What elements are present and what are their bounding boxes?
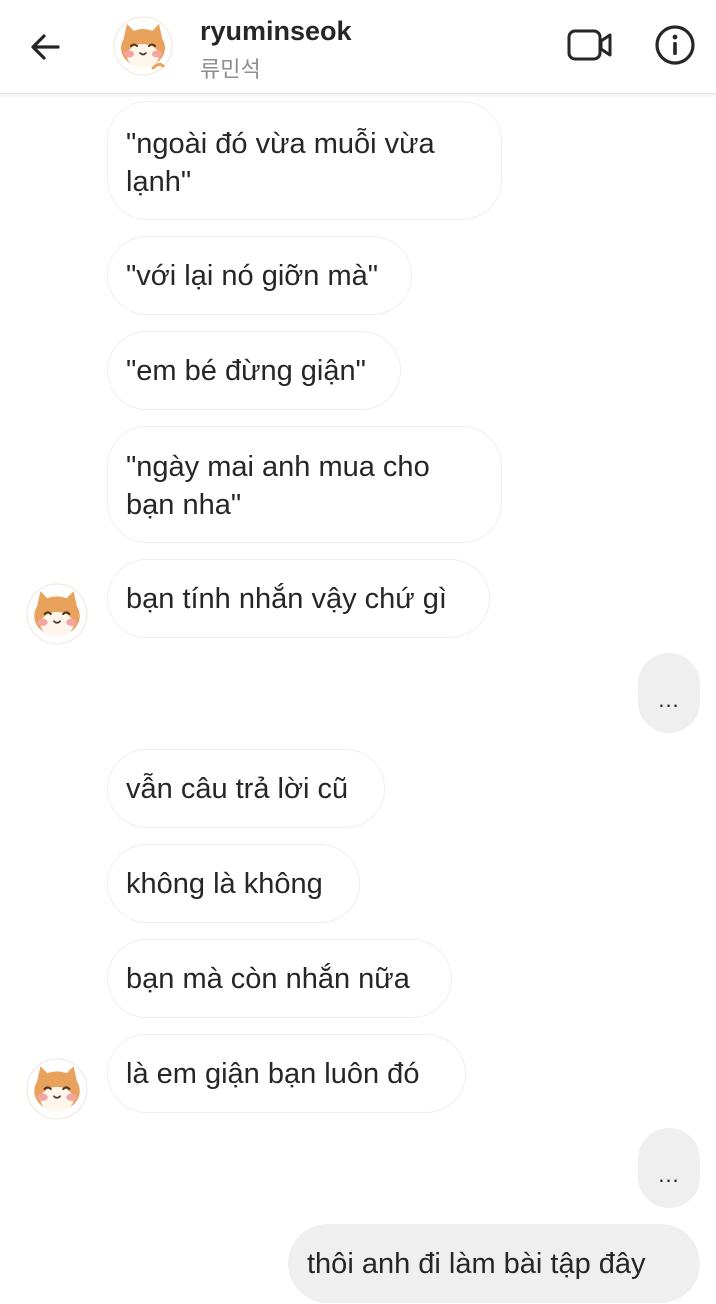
chat-username[interactable]: ryuminseok [200,16,352,47]
sender-avatar[interactable] [26,583,88,645]
message-bubble-incoming[interactable]: bạn tính nhắn vậy chứ gì [107,559,490,638]
shiba-avatar-icon [26,583,88,645]
message-bubble-outgoing[interactable]: thôi anh đi làm bài tập đây [288,1224,700,1303]
message-bubble-incoming[interactable]: vẫn câu trả lời cũ [107,749,385,828]
back-button[interactable] [22,24,68,70]
message-bubble-incoming[interactable]: "ngày mai anh mua cho bạn nha" [107,426,502,543]
info-icon [655,25,695,65]
shiba-avatar-icon [113,16,173,76]
chat-header: ryuminseok 류민석 [0,0,716,94]
message-bubble-incoming[interactable]: không là không [107,844,360,923]
video-call-button[interactable] [563,22,617,68]
back-arrow-icon [31,34,60,60]
sender-avatar[interactable] [26,1058,88,1120]
avatar[interactable] [113,16,173,76]
info-button[interactable] [652,22,698,68]
video-call-icon [567,29,612,61]
shiba-avatar-icon [26,1058,88,1120]
message-bubble-incoming[interactable]: "với lại nó giỡn mà" [107,236,412,315]
message-bubble-incoming[interactable]: "ngoài đó vừa muỗi vừa lạnh" [107,101,502,220]
message-bubble-incoming[interactable]: "em bé đừng giận" [107,331,401,410]
chat-subtitle: 류민석 [200,58,261,83]
message-bubble-incoming[interactable]: là em giận bạn luôn đó [107,1034,466,1113]
message-bubble-outgoing[interactable]: ... [638,653,700,733]
message-bubble-outgoing[interactable]: ... [638,1128,700,1208]
message-bubble-incoming[interactable]: bạn mà còn nhắn nữa [107,939,452,1018]
